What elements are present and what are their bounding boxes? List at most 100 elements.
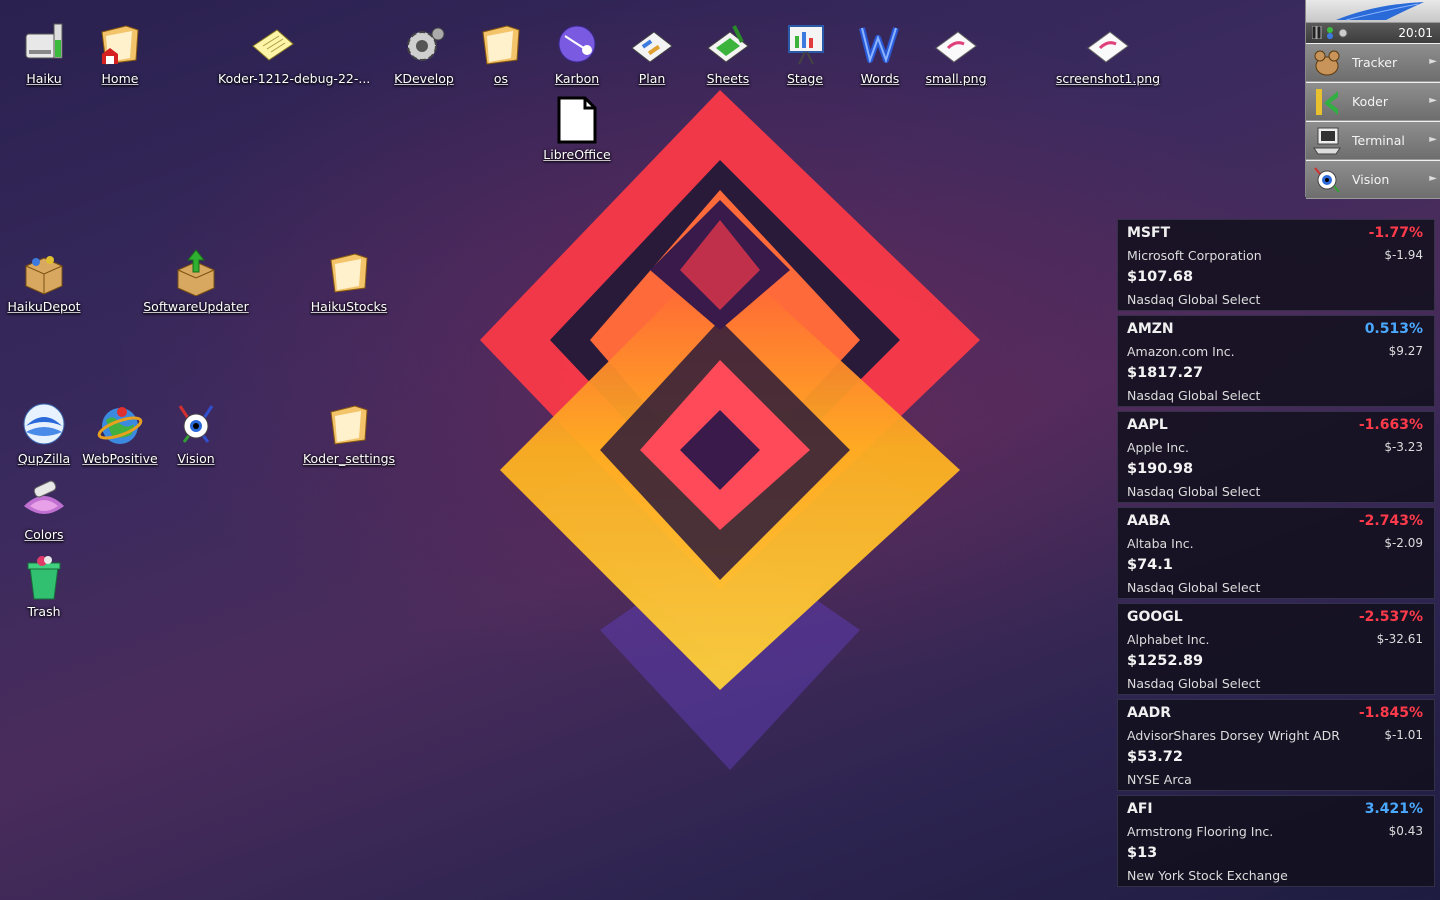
- image-file-icon: [1084, 20, 1132, 68]
- stock-price-change: $-3.23: [1384, 440, 1423, 454]
- stock-exchange: New York Stock Exchange: [1127, 868, 1288, 883]
- desktop-icon-koder-debug[interactable]: Koder-1212-debug-22-...: [218, 20, 370, 87]
- stock-exchange: Nasdaq Global Select: [1127, 676, 1261, 691]
- stock-percent-change: -1.663%: [1358, 417, 1423, 433]
- stage-icon: [781, 20, 829, 68]
- desktop-icon-home[interactable]: Home: [65, 20, 175, 87]
- koder-icon: [1316, 89, 1338, 115]
- stock-company-name: Alphabet Inc.: [1127, 632, 1210, 647]
- desktop-icon-label: Trash: [27, 604, 61, 619]
- desktop-icon-colors[interactable]: Colors: [0, 476, 99, 543]
- stock-price-change: $9.27: [1388, 344, 1423, 358]
- desktop-icon-koder-settings[interactable]: Koder_settings: [294, 400, 404, 467]
- stock-percent-change: -2.743%: [1358, 513, 1423, 529]
- desktop-icon-haikustocks[interactable]: HaikuStocks: [294, 248, 404, 315]
- desktop-icon-small-png[interactable]: small.png: [901, 20, 1011, 87]
- desktop-icon-softwareupdater[interactable]: SoftwareUpdater: [141, 248, 251, 315]
- deskbar-item-label: Terminal: [1352, 133, 1405, 148]
- desktop-icon-label: Stage: [786, 71, 824, 86]
- stock-company-name: Amazon.com Inc.: [1127, 344, 1235, 359]
- volume-icon[interactable]: [1338, 26, 1348, 39]
- stock-price-change: $-32.61: [1376, 632, 1423, 646]
- colors-icon: [20, 476, 68, 524]
- deskbar-item-koder[interactable]: Koder ►: [1306, 82, 1440, 121]
- desktop-icon-label: screenshot1.png: [1055, 71, 1161, 86]
- stock-symbol: MSFT: [1127, 225, 1171, 241]
- stock-price-change: $-1.94: [1384, 248, 1423, 262]
- deskbar-item-label: Vision: [1352, 172, 1390, 187]
- stock-percent-change: 0.513%: [1364, 321, 1423, 337]
- stock-symbol: AAPL: [1127, 417, 1168, 433]
- desktop-icon-haikudepot[interactable]: HaikuDepot: [0, 248, 99, 315]
- stock-company-name: Microsoft Corporation: [1127, 248, 1262, 263]
- package-icon: [20, 248, 68, 296]
- deskbar-menu-button[interactable]: [1306, 0, 1440, 23]
- deskbar-clock[interactable]: 20:01: [1398, 26, 1433, 40]
- stock-symbol: AFI: [1127, 801, 1153, 817]
- deskbar-tray: 20:01: [1306, 23, 1440, 43]
- desktop-icon-label: Koder_settings: [302, 451, 396, 466]
- kdevelop-gear-icon: [400, 20, 448, 68]
- tracker-icon: [1314, 50, 1340, 76]
- desktop-icon-label: Sheets: [706, 71, 750, 86]
- stock-card-aapl[interactable]: AAPL -1.663% Apple Inc. $-3.23 $190.98 N…: [1117, 411, 1435, 503]
- updater-icon: [172, 248, 220, 297]
- chevron-right-icon: ►: [1429, 95, 1437, 106]
- webpositive-icon: [96, 400, 144, 448]
- desktop-icon-label: HaikuStocks: [310, 299, 388, 314]
- chevron-right-icon: ►: [1429, 56, 1437, 67]
- trash-icon: [20, 553, 68, 601]
- desktop-icon-libreoffice[interactable]: LibreOffice: [522, 96, 632, 163]
- sheets-icon: [704, 20, 752, 68]
- desktop-icon-label: Words: [860, 71, 900, 86]
- stock-exchange: Nasdaq Global Select: [1127, 292, 1261, 307]
- network-icon[interactable]: [1325, 26, 1335, 39]
- stock-price: $74.1: [1127, 557, 1173, 573]
- stock-price: $107.68: [1127, 269, 1194, 285]
- qupzilla-icon: [20, 400, 68, 448]
- stock-card-afi[interactable]: AFI 3.421% Armstrong Flooring Inc. $0.43…: [1117, 795, 1435, 887]
- stock-card-aadr[interactable]: AADR -1.845% AdvisorShares Dorsey Wright…: [1117, 699, 1435, 791]
- home-folder-icon: [96, 20, 144, 68]
- stock-card-aaba[interactable]: AABA -2.743% Altaba Inc. $-2.09 $74.1 Na…: [1117, 507, 1435, 599]
- desktop-icon-vision[interactable]: Vision: [141, 400, 251, 467]
- desktop-icon-label: Plan: [638, 71, 666, 86]
- stock-price-change: $-1.01: [1384, 728, 1423, 742]
- haiku-leaf-icon: [1336, 2, 1424, 21]
- desktop-icon-trash[interactable]: Trash: [0, 553, 99, 620]
- stock-company-name: Apple Inc.: [1127, 440, 1190, 455]
- stock-card-amzn[interactable]: AMZN 0.513% Amazon.com Inc. $9.27 $1817.…: [1117, 315, 1435, 407]
- terminal-icon: [1313, 127, 1341, 155]
- desktop-icon-label: SoftwareUpdater: [143, 299, 249, 314]
- haiku-volume-icon: [20, 20, 68, 68]
- plan-icon: [628, 20, 676, 68]
- stock-price: $190.98: [1127, 461, 1194, 477]
- deskbar-item-tracker[interactable]: Tracker ►: [1306, 43, 1440, 82]
- stock-price-change: $0.43: [1388, 824, 1423, 838]
- stock-percent-change: 3.421%: [1364, 801, 1423, 817]
- stock-symbol: AADR: [1127, 705, 1172, 721]
- desktop-icon-label: Koder-1212-debug-22-...: [218, 71, 371, 86]
- stock-price: $53.72: [1127, 749, 1183, 765]
- deskbar-item-terminal[interactable]: Terminal ►: [1306, 121, 1440, 160]
- desktop-icon-label: Vision: [177, 451, 215, 466]
- words-icon: [856, 20, 904, 68]
- image-file-icon: [932, 20, 980, 68]
- stock-exchange: Nasdaq Global Select: [1127, 580, 1261, 595]
- stock-price-change: $-2.09: [1384, 536, 1423, 550]
- cpu-monitor-icon[interactable]: [1312, 26, 1322, 39]
- stock-price: $13: [1127, 845, 1158, 861]
- deskbar: 20:01 Tracker ► Koder ► Terminal ► Visio…: [1305, 0, 1440, 199]
- stock-card-googl[interactable]: GOOGL -2.537% Alphabet Inc. $-32.61 $125…: [1117, 603, 1435, 695]
- deskbar-item-vision[interactable]: Vision ►: [1306, 160, 1440, 199]
- desktop-icon-screenshot1-png[interactable]: screenshot1.png: [1053, 20, 1163, 87]
- vision-eye-icon: [172, 400, 220, 448]
- stock-price: $1817.27: [1127, 365, 1204, 381]
- stock-exchange: Nasdaq Global Select: [1127, 484, 1261, 499]
- stock-card-msft[interactable]: MSFT -1.77% Microsoft Corporation $-1.94…: [1117, 219, 1435, 311]
- desktop-icon-label: Haiku: [26, 71, 62, 86]
- stock-symbol: AABA: [1127, 513, 1171, 529]
- stock-percent-change: -1.845%: [1358, 705, 1423, 721]
- stock-symbol: GOOGL: [1127, 609, 1183, 625]
- stock-price: $1252.89: [1127, 653, 1204, 669]
